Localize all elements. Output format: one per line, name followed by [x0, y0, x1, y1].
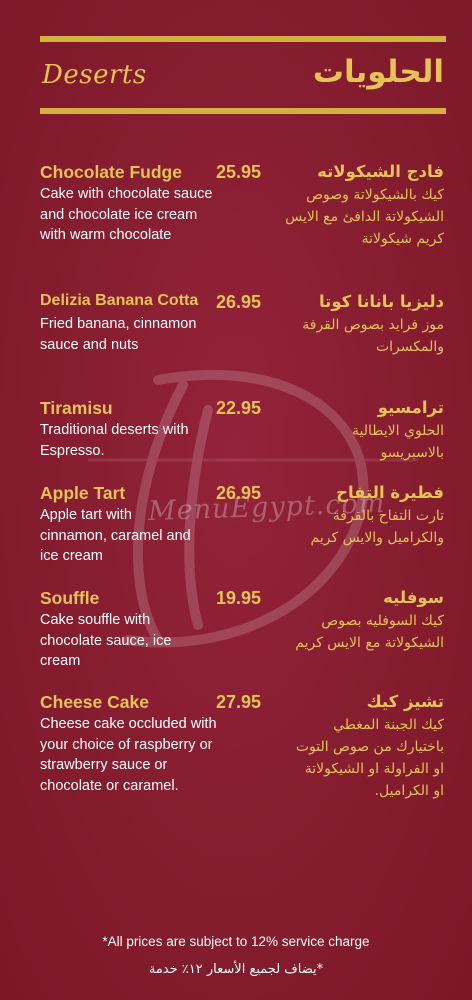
item-description-english: Cake souffle with chocolate sauce, ice c…: [40, 612, 172, 670]
item-name-english: Delizia Banana Cotta: [40, 292, 199, 309]
item-price: 27.95: [216, 692, 262, 712]
item-price: 26.95: [216, 483, 262, 503]
item-name-arabic: تشيز كيك: [366, 692, 444, 711]
item-price: 22.95: [216, 398, 262, 418]
item-description-arabic: موز فرايد بصوص القرفة والمكسرات: [302, 317, 444, 355]
item-price: 26.95: [216, 292, 262, 312]
item-name-arabic: فادج الشيكولاته: [317, 162, 444, 181]
bottom-divider: [40, 108, 446, 114]
item-description-english: Cheese cake occluded with your choice of…: [40, 716, 217, 794]
item-price: 19.95: [216, 588, 262, 608]
item-description-english: Apple tart with cinnamon, caramel and ic…: [40, 507, 191, 565]
item-price: 25.95: [216, 162, 262, 182]
service-charge-note-english: *All prices are subject to 12% service c…: [102, 934, 370, 949]
item-name-arabic: سوفليه: [383, 588, 444, 607]
section-title-arabic: الحلويات: [312, 54, 444, 90]
item-description-arabic: تارت التفاح بالقرفة والكراميل والايس كري…: [310, 508, 444, 546]
item-name-english: Chocolate Fudge: [40, 162, 182, 182]
item-description-english: Cake with chocolate sauce and chocolate …: [40, 186, 213, 244]
item-description-arabic: كيك الجبنة المغطي باختيارك من صوص التوت …: [295, 717, 444, 799]
item-description-arabic: كيك بالشيكولاتة وصوص الشيكولاتة الدافئ م…: [285, 187, 444, 247]
item-name-arabic: ترامسيو: [377, 398, 444, 417]
item-name-english: Souffle: [40, 588, 100, 608]
item-name-arabic: دليزيا بانانا كوتا: [318, 292, 444, 311]
item-name-arabic: فطيرة التفاح: [336, 483, 444, 502]
item-description-arabic: كيك السوفليه بصوص الشيكولاتة مع الايس كر…: [295, 613, 444, 651]
item-description-arabic: الحلوي الايطالية بالاسبريسو: [352, 423, 444, 461]
item-description-english: Traditional deserts with Espresso.: [40, 422, 189, 459]
item-name-english: Apple Tart: [40, 483, 126, 503]
top-divider: [40, 36, 446, 42]
service-charge-note-arabic: *يضاف لجميع الأسعار ١٢٪ خدمة: [148, 962, 324, 977]
item-description-english: Fried banana, cinnamon sauce and nuts: [40, 316, 197, 353]
item-name-english: Cheese Cake: [40, 692, 149, 712]
item-name-english: Tiramisu: [40, 398, 113, 418]
section-title-english: Deserts: [42, 60, 147, 90]
